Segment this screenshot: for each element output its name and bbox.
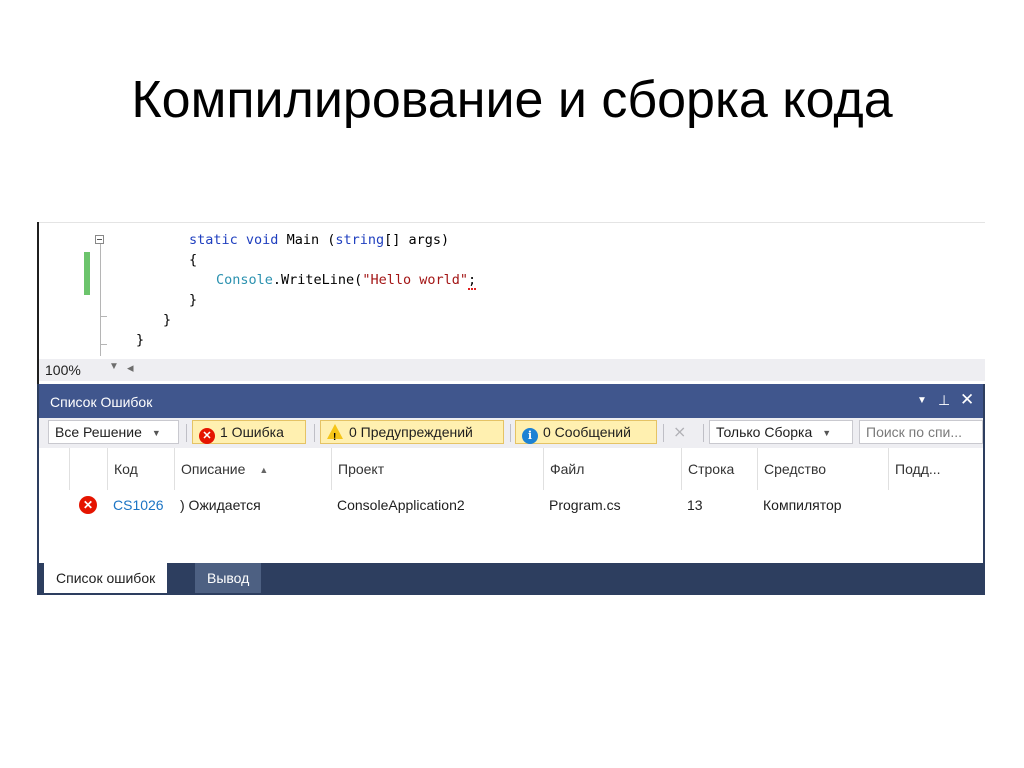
panel-header: Список Ошибок ▼ ⊥ ✕: [39, 384, 983, 418]
error-tool: Компилятор: [763, 497, 842, 513]
code-line-open-brace[interactable]: {: [189, 252, 197, 268]
identifier: Main (: [286, 232, 336, 248]
errors-count-label: 1 Ошибка: [220, 424, 284, 440]
scroll-left-icon[interactable]: ◂: [127, 360, 134, 376]
error-line: 13: [687, 497, 703, 513]
code-line-writeline[interactable]: Console.WriteLine("Hello world";: [216, 272, 477, 290]
code-line-close-brace[interactable]: }: [189, 292, 197, 308]
code-text: [] args): [384, 232, 450, 248]
error-code-link[interactable]: CS1026: [107, 490, 164, 520]
column-header-file[interactable]: Файл: [543, 448, 681, 490]
editor-border: [39, 222, 985, 223]
code-text: .WriteLine(: [272, 272, 363, 288]
error-icon: ✕: [199, 428, 215, 444]
string-literal: "Hello world": [362, 272, 468, 288]
scope-label: Все Решение: [55, 424, 142, 440]
build-filter-label: Только Сборка: [716, 424, 813, 440]
collapse-toggle-icon[interactable]: [95, 235, 104, 244]
error-description: ) Ожидается: [180, 497, 261, 513]
code-line-main-signature[interactable]: static void Main (string[] args): [189, 232, 449, 248]
warnings-filter-button[interactable]: ! 0 Предупреждений: [320, 420, 504, 444]
keyword: string: [335, 232, 385, 248]
column-header-icon[interactable]: [69, 448, 107, 490]
dropdown-icon[interactable]: ▼: [917, 395, 927, 406]
panel-tab-strip: Список ошибок Вывод: [39, 563, 983, 593]
build-filter-dropdown[interactable]: Только Сборка ▼: [709, 420, 853, 444]
error-squiggle: ;: [467, 272, 477, 290]
toolbar-separator: [703, 424, 704, 442]
zoom-level[interactable]: 100%: [45, 362, 81, 378]
tab-error-list[interactable]: Список ошибок: [44, 563, 168, 593]
toolbar-separator: [314, 424, 315, 442]
chevron-down-icon: ▼: [822, 428, 832, 438]
class-name: Console: [216, 272, 273, 288]
column-header-tool[interactable]: Средство: [757, 448, 888, 490]
clear-filter-icon[interactable]: ⨯: [673, 422, 686, 442]
code-line-close-brace[interactable]: }: [163, 312, 171, 328]
column-header-description[interactable]: Описание ▲: [174, 448, 331, 490]
column-label: Описание: [181, 461, 246, 477]
error-list-panel: Список Ошибок ▼ ⊥ ✕ Все Решение ▼ ✕ 1 Ошиб…: [37, 384, 985, 595]
close-icon[interactable]: ✕: [960, 390, 974, 410]
toolbar-separator: [663, 424, 664, 442]
tab-output[interactable]: Вывод: [195, 563, 262, 593]
column-header-project[interactable]: Проект: [331, 448, 543, 490]
keyword: void: [245, 232, 279, 248]
error-project: ConsoleApplication2: [337, 497, 465, 513]
panel-title: Список Ошибок: [50, 394, 153, 410]
info-icon: i: [522, 428, 538, 444]
error-grid-header: Код Описание ▲ Проект Файл Строка Средств…: [39, 448, 983, 490]
slide-title: Компилирование и сборка кода: [131, 71, 893, 129]
outline-tick: [100, 316, 107, 317]
change-marker: [84, 252, 90, 295]
pin-icon[interactable]: ⊥: [938, 392, 950, 409]
error-list-toolbar: Все Решение ▼ ✕ 1 Ошибка ! 0 Предупреждений…: [39, 418, 983, 448]
warning-icon: !: [327, 424, 343, 443]
sort-ascending-icon: ▲: [259, 465, 269, 475]
error-file: Program.cs: [549, 497, 621, 513]
errors-filter-button[interactable]: ✕ 1 Ошибка: [192, 420, 306, 444]
error-icon: ✕: [79, 496, 97, 514]
code-line-close-brace[interactable]: }: [136, 332, 144, 348]
column-header-line[interactable]: Строка: [681, 448, 757, 490]
column-header-code[interactable]: Код: [107, 448, 174, 490]
toolbar-separator: [510, 424, 511, 442]
chevron-down-icon: ▼: [151, 428, 161, 438]
keyword: static: [189, 232, 238, 248]
scope-dropdown[interactable]: Все Решение ▼: [48, 420, 179, 444]
column-header-suppression[interactable]: Подд...: [888, 448, 983, 490]
toolbar-separator: [186, 424, 187, 442]
search-input[interactable]: Поиск по спи...: [859, 420, 983, 444]
messages-count-label: 0 Сообщений: [543, 424, 631, 440]
outline-tick: [100, 344, 107, 345]
table-row[interactable]: ✕ CS1026 ) Ожидается ConsoleApplication2…: [39, 490, 983, 520]
warnings-count-label: 0 Предупреждений: [349, 424, 473, 440]
messages-filter-button[interactable]: i 0 Сообщений: [515, 420, 657, 444]
editor-status-bar: 100% ▼ ◂: [37, 359, 985, 381]
chevron-down-icon[interactable]: ▼: [109, 361, 119, 372]
outline-line: [100, 244, 101, 356]
